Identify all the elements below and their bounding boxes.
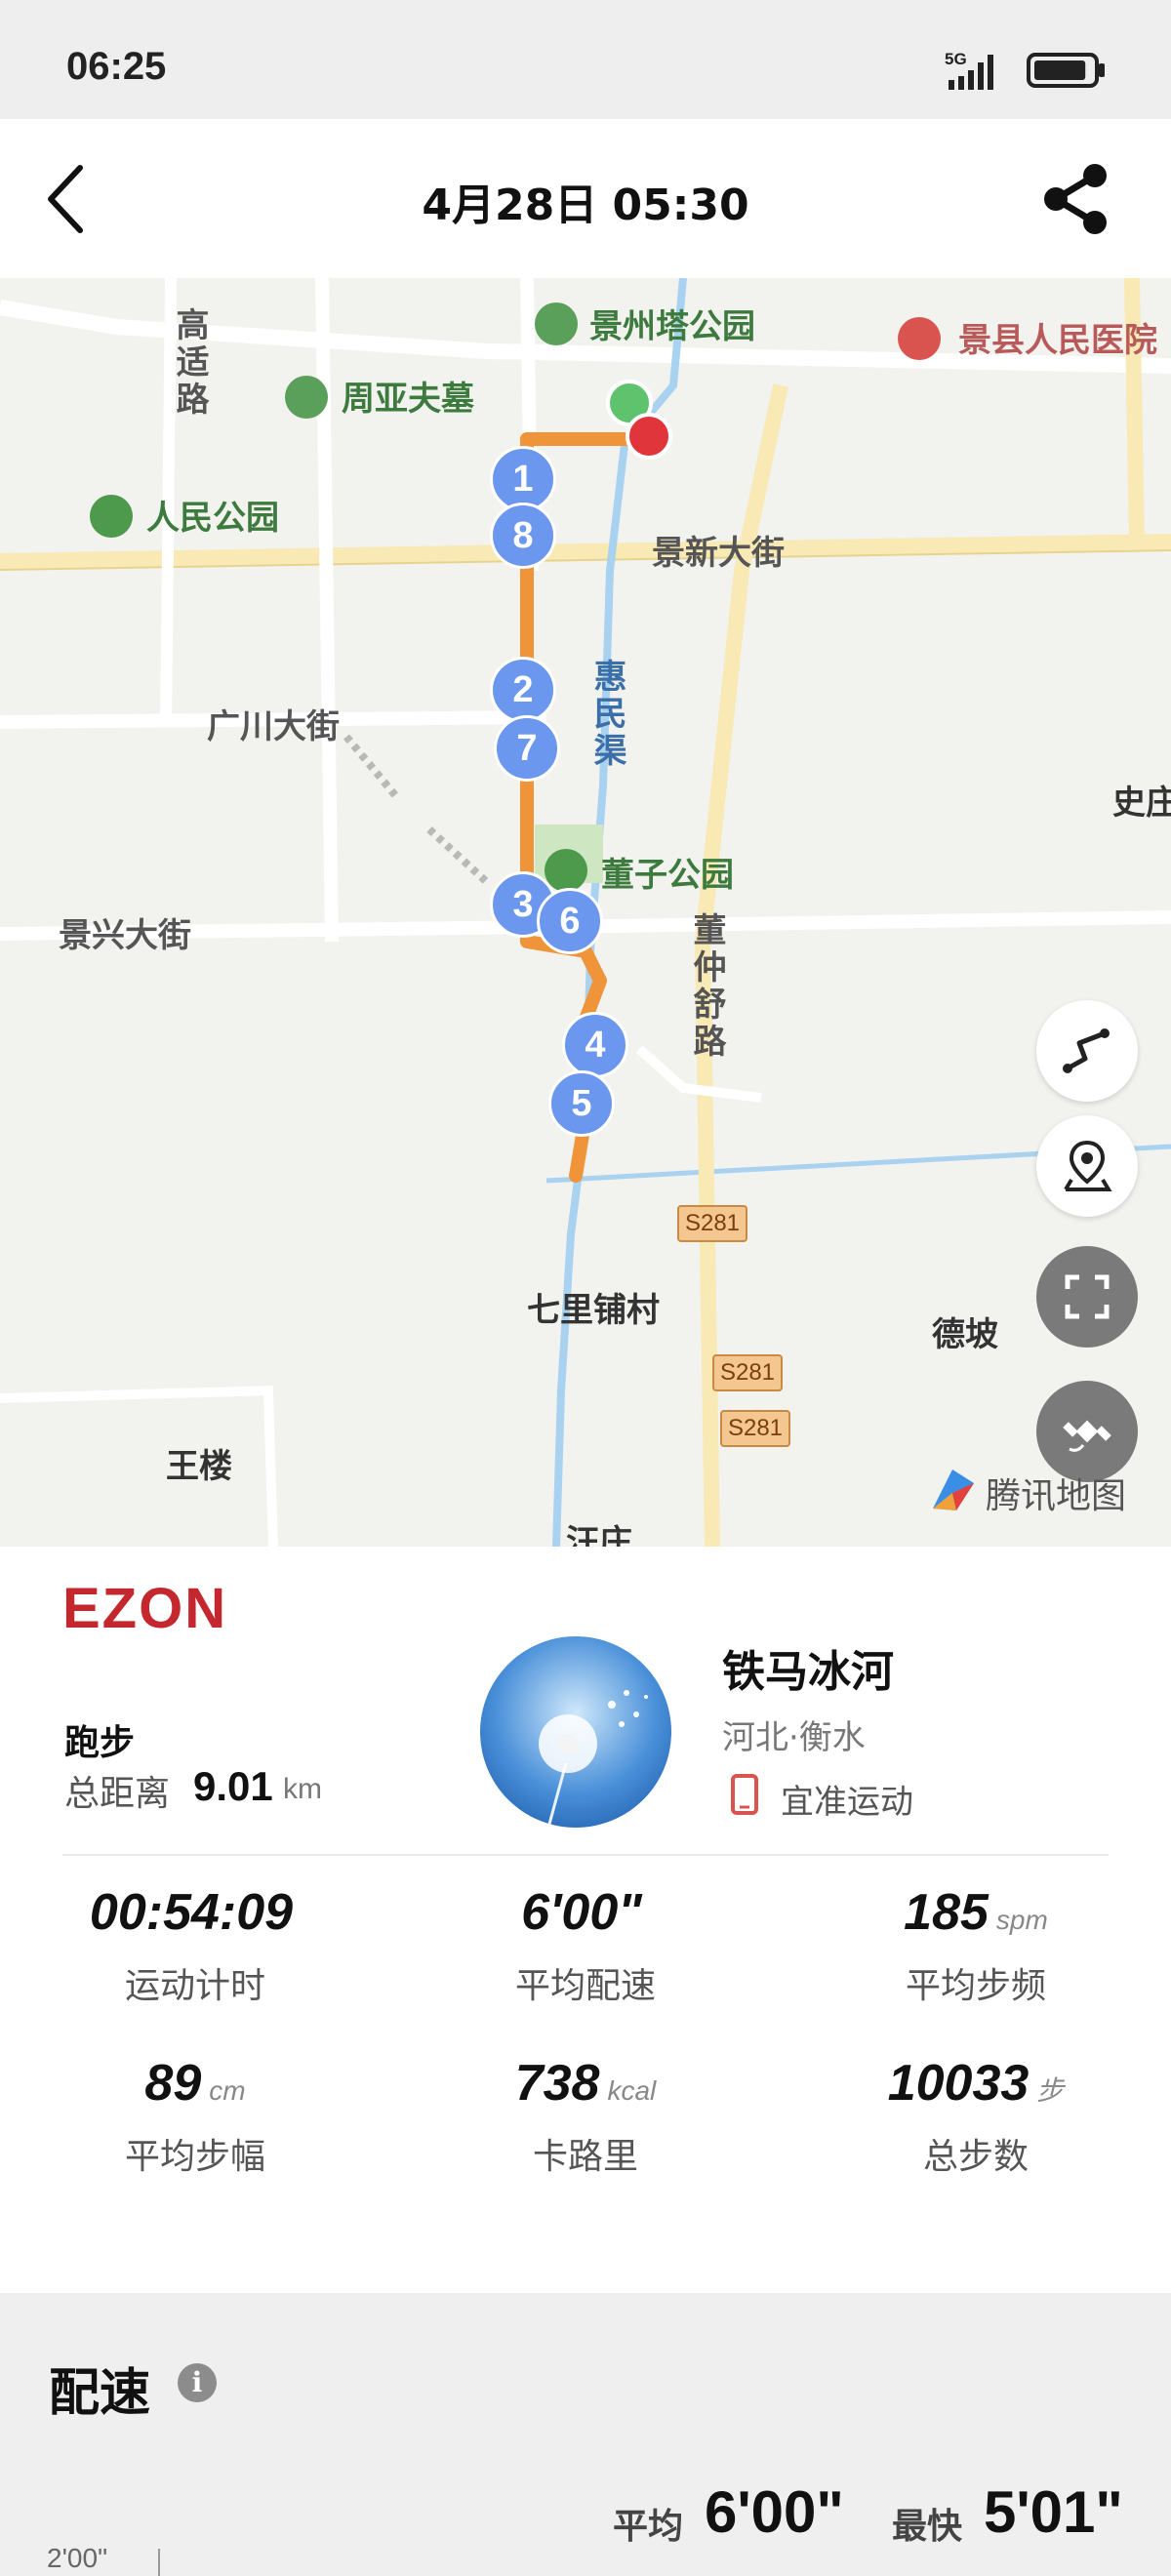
phone-icon — [731, 1774, 758, 1815]
brand-logo: EZON — [62, 1577, 228, 1640]
stat-value: 89 — [144, 2055, 202, 2112]
stat-label: 平均步幅 — [124, 2137, 265, 2177]
fastest-pace-value: 5'01" — [984, 2479, 1123, 2545]
map-label: 景县人民医院 — [958, 321, 1157, 360]
map-label: 广川大街 — [207, 707, 340, 746]
km-marker[interactable]: 7 — [494, 715, 560, 782]
road-badge: S281 — [712, 1354, 783, 1391]
info-icon[interactable]: i — [178, 2363, 217, 2402]
tencent-map-logo-icon — [933, 1469, 974, 1510]
km-marker[interactable]: 8 — [490, 503, 556, 569]
expand-icon — [1065, 1274, 1110, 1319]
pace-axis-tick-label: 2'00" — [47, 2543, 108, 2573]
avg-pace-label: 平均 — [613, 2507, 684, 2547]
stat-avg-cadence: 185 spm 平均步频 — [781, 1883, 1171, 2008]
stat-total-steps: 10033 步 总步数 — [781, 2054, 1171, 2179]
map-label: 惠民渠 — [587, 659, 626, 770]
stat-unit: 步 — [1036, 2075, 1065, 2106]
stat-unit: spm — [995, 1905, 1048, 1935]
park-icon — [545, 849, 587, 892]
stat-value: 738 — [514, 2055, 600, 2112]
share-icon[interactable] — [1034, 158, 1116, 240]
status-time: 06:25 — [66, 45, 167, 88]
map-label: 汪庄 — [566, 1523, 632, 1547]
road-badge: S281 — [720, 1410, 790, 1447]
stat-label: 平均步频 — [905, 1966, 1046, 2006]
workout-summary-card: EZON 跑步 总距离 9.01 km 铁马冰河 河北·衡水 宜准运动 00:5… — [0, 1547, 1171, 2293]
avatar[interactable] — [480, 1636, 671, 1828]
map-label: 德坡 — [932, 1315, 998, 1354]
distance-unit: km — [283, 1773, 322, 1805]
top-navigation-bar: 4月28日 05:30 — [0, 119, 1171, 278]
battery-icon — [1027, 53, 1105, 88]
map-label: 景兴大街 — [59, 916, 191, 955]
pace-section-title: 配速 — [49, 2363, 151, 2423]
device-name: 宜准运动 — [781, 1783, 913, 1822]
pace-axis-tick — [158, 2549, 160, 2576]
satellite-icon — [1063, 1420, 1111, 1452]
status-bar: 06:25 5G — [0, 0, 1171, 119]
fullscreen-button[interactable] — [1036, 1246, 1138, 1348]
tencent-map-watermark: 腾讯地图 — [927, 1464, 1126, 1516]
map-label: 七里铺村 — [527, 1291, 660, 1330]
pace-section: 配速 i 平均 6'00" 最快 5'01" 2'00" — [0, 2293, 1171, 2576]
map-label: 董仲舒路 — [687, 912, 726, 1061]
stat-avg-pace: 6'00" 平均配速 — [390, 1883, 781, 2008]
divider — [62, 1854, 1109, 1856]
distance-label: 总距离 — [64, 1774, 171, 1814]
back-arrow-icon[interactable] — [37, 158, 100, 240]
map-label: 史庄 — [1112, 784, 1171, 823]
tencent-map-text: 腾讯地图 — [986, 1476, 1127, 1516]
km-marker[interactable]: 5 — [548, 1070, 615, 1137]
fastest-pace-label: 最快 — [892, 2507, 963, 2547]
km-marker[interactable]: 4 — [562, 1012, 628, 1078]
map-label: 高适路 — [170, 307, 209, 419]
locate-button[interactable] — [1036, 1115, 1138, 1217]
network-type: 5G — [945, 50, 967, 68]
stat-value: 00:54:09 — [89, 1884, 294, 1941]
map-label: 景新大街 — [652, 534, 785, 573]
map-label: 景州塔公园 — [589, 307, 755, 346]
stat-value: 6'00" — [521, 1884, 642, 1941]
route-map[interactable]: 景州塔公园 景县人民医院 高适路 周亚夫墓 人民公园 景新大街 广川大街 惠民渠… — [0, 278, 1171, 1547]
stat-label: 总步数 — [922, 2137, 1029, 2177]
cellular-signal-icon: 5G — [945, 50, 993, 90]
km-split-toggle-button[interactable] — [1036, 1000, 1138, 1102]
avg-pace-value: 6'00" — [705, 2479, 844, 2545]
stat-value: 10033 — [887, 2055, 1030, 2112]
user-name: 铁马冰河 — [722, 1647, 894, 1697]
stat-value: 185 — [904, 1884, 989, 1941]
hospital-icon — [898, 317, 941, 360]
map-label: 周亚夫墓 — [342, 380, 474, 419]
stat-label: 平均配速 — [514, 1966, 656, 2006]
map-label: 董子公园 — [601, 856, 734, 895]
scenic-spot-icon — [285, 376, 328, 419]
km-marker[interactable]: 6 — [537, 888, 603, 954]
route-km-icon — [1063, 1028, 1110, 1073]
map-label: 人民公园 — [146, 499, 279, 538]
stat-duration: 00:54:09 运动计时 — [0, 1883, 390, 2008]
distance-value: 9.01 — [193, 1763, 273, 1809]
road-badge: S281 — [677, 1205, 747, 1242]
dandelion-avatar-image — [480, 1636, 671, 1828]
sport-type: 跑步 — [64, 1723, 136, 1763]
stat-unit: cm — [209, 2075, 246, 2106]
park-icon — [90, 495, 133, 538]
map-label: 王楼 — [166, 1447, 232, 1486]
stat-avg-stride: 89 cm 平均步幅 — [0, 2054, 390, 2179]
location-pin-icon — [1064, 1140, 1112, 1191]
page-title: 4月28日 05:30 — [422, 181, 749, 230]
stat-calories: 738 kcal 卡路里 — [390, 2054, 781, 2179]
stat-unit: kcal — [607, 2075, 657, 2106]
stat-label: 卡路里 — [532, 2137, 638, 2177]
km-marker[interactable]: 2 — [490, 657, 556, 723]
stat-label: 运动计时 — [124, 1966, 265, 2006]
scenic-spot-icon — [535, 302, 578, 345]
user-location: 河北·衡水 — [722, 1718, 866, 1757]
